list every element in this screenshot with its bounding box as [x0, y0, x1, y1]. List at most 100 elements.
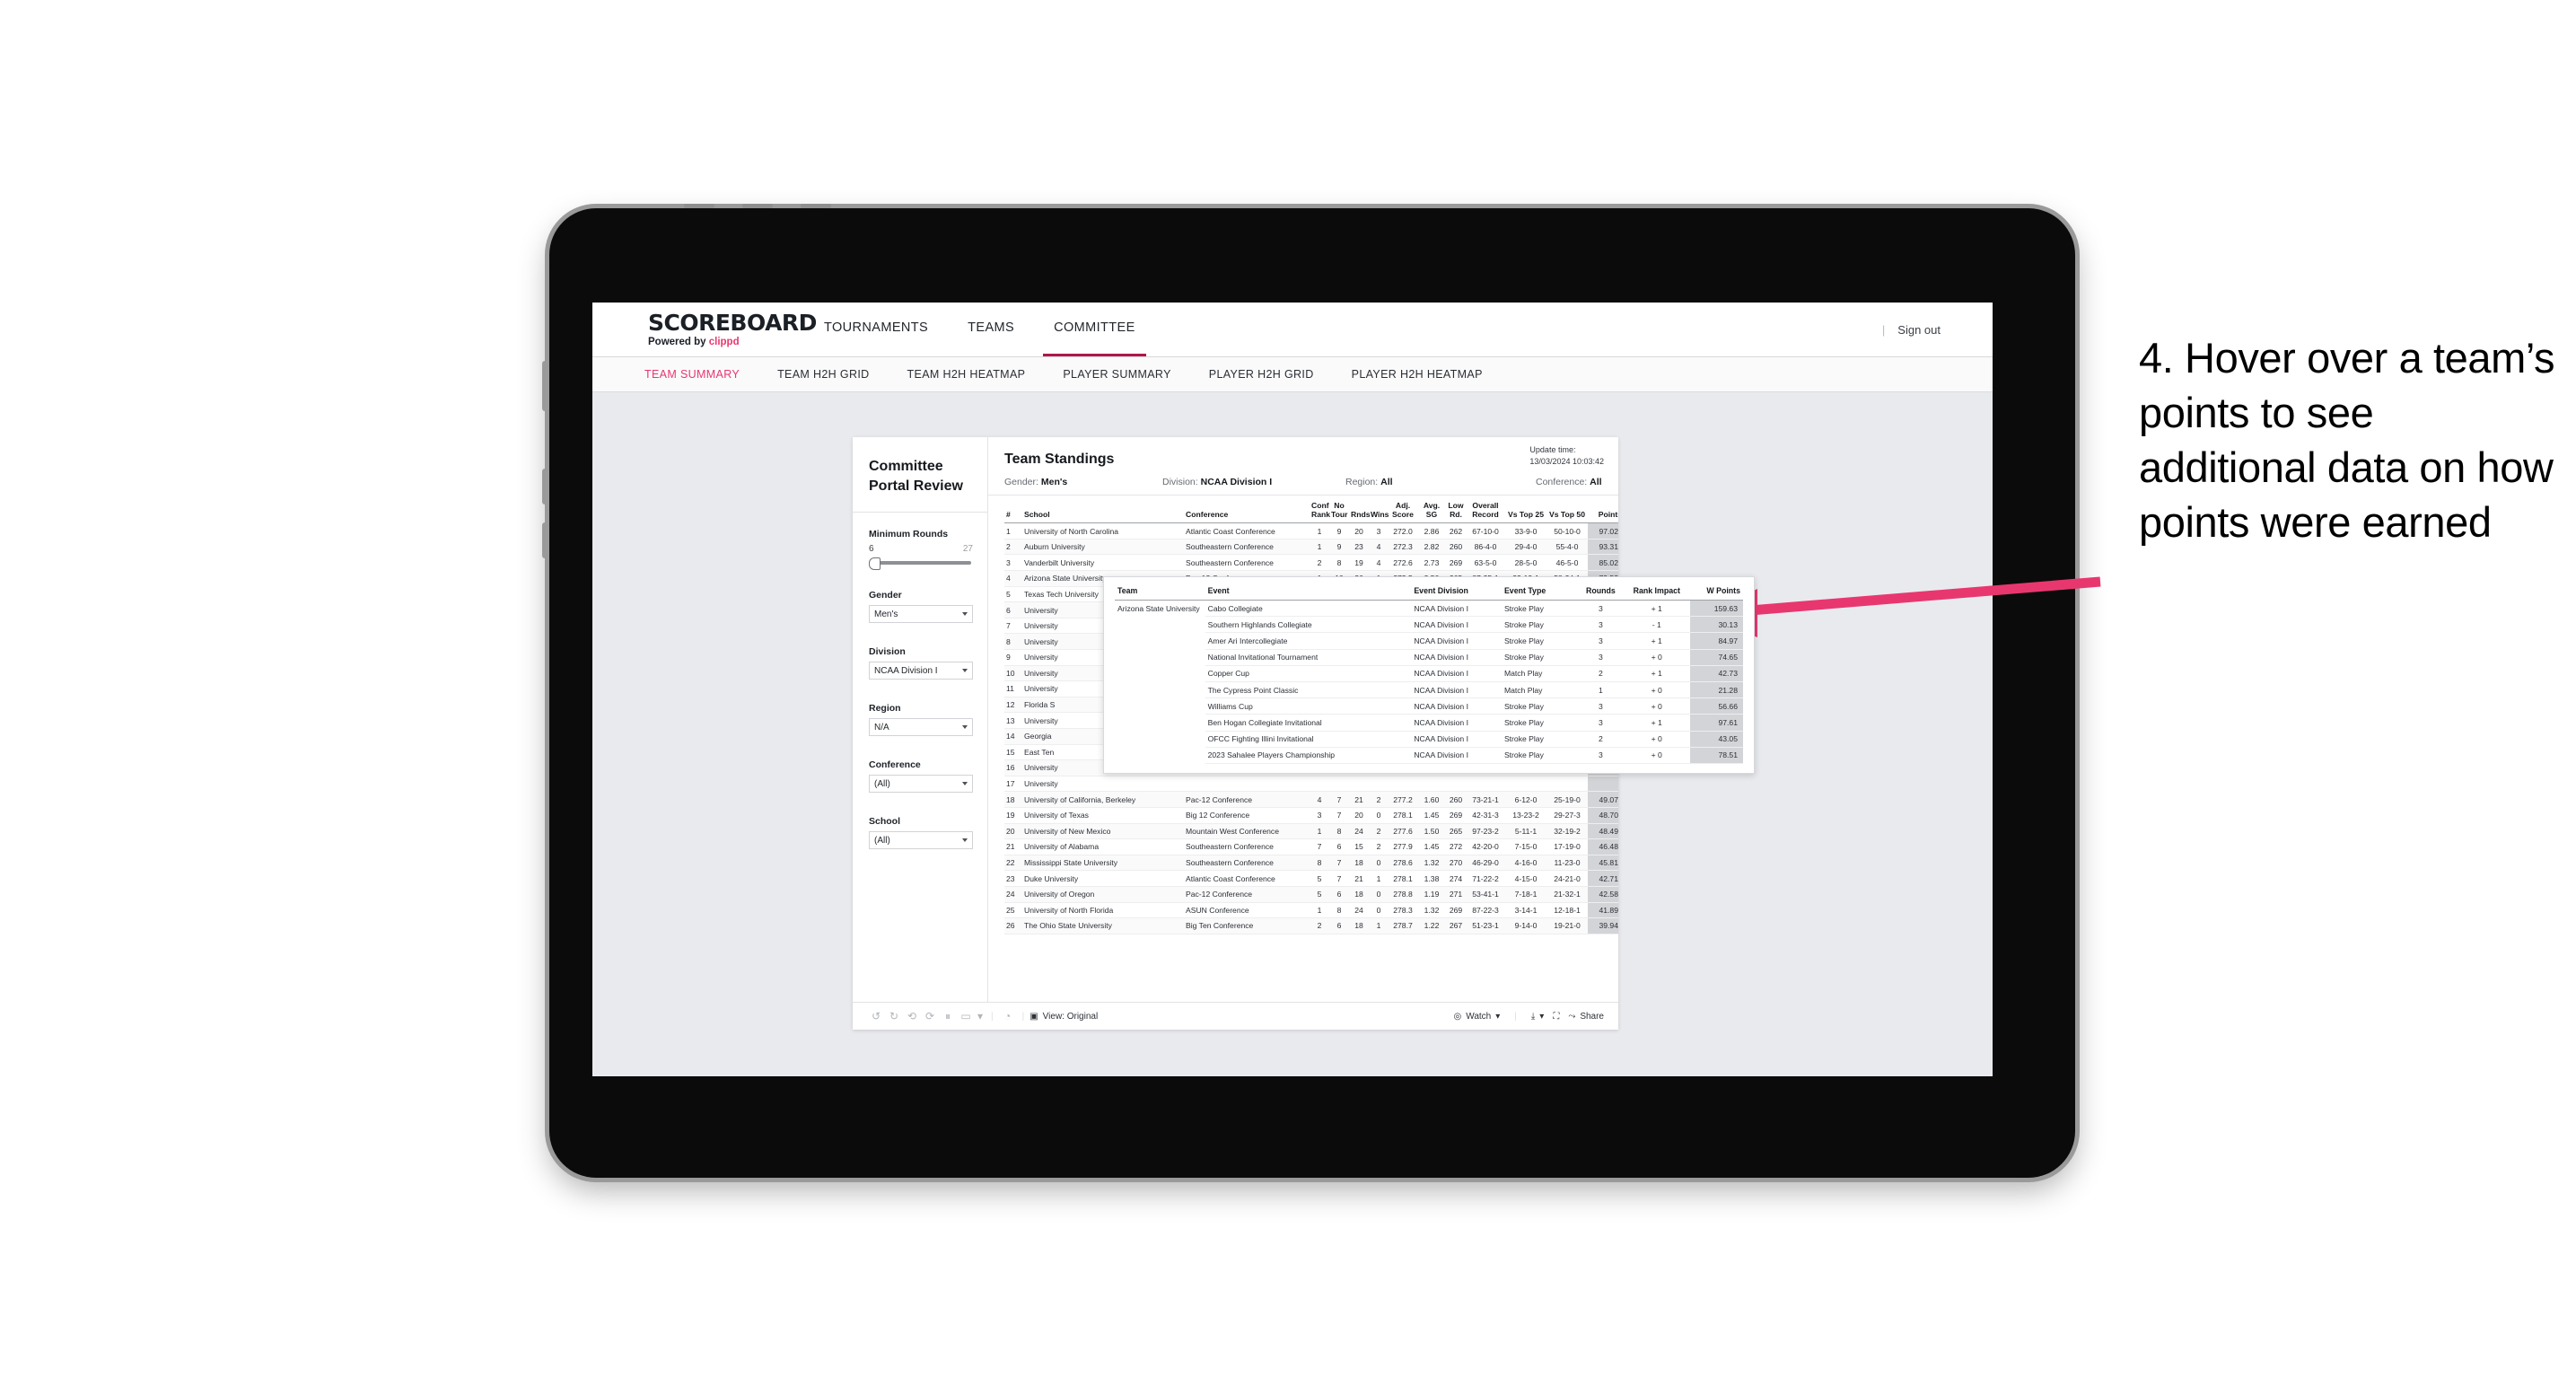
app-logo[interactable]: SCOREBOARD Powered by clippd: [648, 311, 817, 347]
view-shape-icon[interactable]: ▭: [957, 1009, 975, 1023]
cell-notour: 7: [1329, 855, 1349, 872]
cell-pts[interactable]: 93.31: [1588, 539, 1618, 556]
col-low-rd[interactable]: Low Rd.: [1446, 499, 1466, 524]
standings-content: Team Standings Gender: Men's Division: N…: [988, 437, 1755, 1002]
school-select[interactable]: (All): [869, 831, 973, 850]
col-rnds[interactable]: Rnds: [1349, 499, 1370, 524]
cell-pts[interactable]: 42.58: [1588, 886, 1618, 903]
col-conference[interactable]: Conference: [1184, 499, 1310, 524]
minimum-rounds-slider[interactable]: [869, 556, 973, 571]
col-no-tour[interactable]: No Tour: [1329, 499, 1349, 524]
watch-button[interactable]: ◎ Watch ▾: [1454, 1012, 1501, 1022]
cell-adj: 278.8: [1389, 886, 1417, 903]
table-row[interactable]: 24 University of Oregon Pac-12 Conference 5…: [1004, 886, 1618, 903]
cell-pts[interactable]: [1588, 776, 1618, 793]
tab-team-h2h-grid[interactable]: TEAM H2H GRID: [777, 368, 869, 381]
table-row[interactable]: 20 University of New Mexico Mountain West …: [1004, 823, 1618, 840]
undo-icon[interactable]: ↺: [867, 1009, 885, 1023]
cell-pts[interactable]: 97.02: [1588, 522, 1618, 539]
cell-conf: ASUN Conference: [1184, 902, 1310, 919]
refresh-icon[interactable]: ⟳: [921, 1009, 939, 1023]
col-overall-record[interactable]: Overall Record: [1466, 499, 1505, 524]
col-conf-rank[interactable]: Conf Rank: [1310, 499, 1330, 524]
cell-pts[interactable]: 48.49: [1588, 823, 1618, 840]
tooltip-cell-type: Stroke Play: [1501, 632, 1579, 650]
cell-t25: 7-18-1: [1505, 886, 1546, 903]
cell-pts[interactable]: 46.48: [1588, 838, 1618, 855]
table-row[interactable]: 22 Mississippi State University Southeaste…: [1004, 855, 1618, 872]
cell-pts[interactable]: 48.70: [1588, 807, 1618, 824]
view-original-button[interactable]: ▣ View: Original: [1030, 1012, 1098, 1022]
col-points[interactable]: Points: [1588, 499, 1618, 524]
cell-t25: 4-15-0: [1505, 870, 1546, 887]
col-school[interactable]: School: [1022, 499, 1184, 524]
col-wins[interactable]: Wins: [1369, 499, 1389, 524]
chevron-down-icon[interactable]: ▾: [975, 1009, 986, 1023]
tab-player-summary[interactable]: PLAYER SUMMARY: [1063, 368, 1170, 381]
cell-notour: [1329, 776, 1349, 793]
table-row[interactable]: 21 University of Alabama Southeastern Conf…: [1004, 838, 1618, 855]
alerts-clock-icon[interactable]: ◔: [999, 1009, 1017, 1023]
cell-t50: 11-23-0: [1546, 855, 1588, 872]
table-row[interactable]: 2 Auburn University Southeastern Conferenc…: [1004, 539, 1618, 556]
cell-t50: [1546, 776, 1588, 793]
table-row[interactable]: 1 University of North Carolina Atlantic Co…: [1004, 522, 1618, 539]
table-row[interactable]: 19 University of Texas Big 12 Conference 3 7…: [1004, 807, 1618, 824]
tab-team-summary[interactable]: TEAM SUMMARY: [644, 368, 740, 381]
cell-crank: 5: [1310, 870, 1329, 887]
cell-pts[interactable]: 42.71: [1588, 870, 1618, 887]
cell-adj: 272.0: [1389, 522, 1417, 539]
col-adj-score[interactable]: Adj. Score: [1389, 499, 1417, 524]
cell-n: 3: [1004, 554, 1022, 572]
table-row[interactable]: 26 The Ohio State University Big Ten Confe…: [1004, 917, 1618, 934]
share-button[interactable]: ⤳ Share: [1568, 1012, 1604, 1022]
table-row[interactable]: 17 University: [1004, 776, 1618, 793]
nav-item-committee[interactable]: COMMITTEE: [1043, 320, 1146, 356]
criteria-division-value: NCAA Division I: [1200, 477, 1273, 487]
tab-player-h2h-heatmap[interactable]: PLAYER H2H HEATMAP: [1352, 368, 1483, 381]
cell-n: 9: [1004, 649, 1022, 666]
tooltip-row: Ben Hogan Collegiate Invitational NCAA Di…: [1115, 714, 1743, 732]
revert-icon[interactable]: ⟲: [903, 1009, 921, 1023]
col-vs-top-50[interactable]: Vs Top 50: [1546, 499, 1588, 524]
tab-player-h2h-grid[interactable]: PLAYER H2H GRID: [1209, 368, 1314, 381]
cell-pts[interactable]: 49.07: [1588, 791, 1618, 808]
cell-pts[interactable]: 41.89: [1588, 902, 1618, 919]
table-row[interactable]: 25 University of North Florida ASUN Confer…: [1004, 902, 1618, 919]
cell-pts[interactable]: 85.02: [1588, 554, 1618, 572]
cell-pts[interactable]: 45.81: [1588, 855, 1618, 872]
cell-wins: 2: [1369, 823, 1389, 840]
col-rank[interactable]: #: [1004, 499, 1022, 524]
slider-handle[interactable]: [869, 557, 881, 571]
tooltip-cell-event: Cabo Collegiate: [1205, 600, 1412, 618]
nav-item-tournaments[interactable]: TOURNAMENTS: [824, 320, 928, 338]
cell-crank: 2: [1310, 554, 1329, 572]
cell-conf: Southeastern Conference: [1184, 855, 1310, 872]
tab-team-h2h-heatmap[interactable]: TEAM H2H HEATMAP: [907, 368, 1026, 381]
pause-updates-icon[interactable]: ⏸: [939, 1009, 957, 1023]
col-vs-top-25[interactable]: Vs Top 25: [1505, 499, 1546, 524]
cell-school: Auburn University: [1022, 539, 1184, 556]
download-button[interactable]: ⤓ ▾: [1531, 1012, 1544, 1022]
cell-pts[interactable]: 39.94: [1588, 917, 1618, 934]
tooltip-cell-type: Stroke Play: [1501, 747, 1579, 764]
cell-conf: Southeastern Conference: [1184, 554, 1310, 572]
table-row[interactable]: 23 Duke University Atlantic Coast Conferen…: [1004, 870, 1618, 887]
cell-crank: 2: [1310, 917, 1329, 934]
region-select[interactable]: N/A: [869, 718, 973, 737]
view-icon: ▣: [1030, 1011, 1038, 1022]
table-row[interactable]: 3 Vanderbilt University Southeastern Confe…: [1004, 554, 1618, 572]
sign-out-link[interactable]: Sign out: [1897, 323, 1941, 337]
cell-low: 260: [1446, 791, 1466, 808]
criteria-row: Gender: Men's Division: NCAA Division I …: [1004, 477, 1604, 487]
tooltip-cell-type: Stroke Play: [1501, 714, 1579, 732]
gender-select[interactable]: Men's: [869, 605, 973, 624]
nav-item-teams[interactable]: TEAMS: [968, 320, 1014, 338]
fullscreen-button[interactable]: ⛶: [1553, 1012, 1559, 1022]
redo-icon[interactable]: ↻: [885, 1009, 903, 1023]
division-select[interactable]: NCAA Division I: [869, 662, 973, 680]
conference-select[interactable]: (All): [869, 775, 973, 794]
criteria-gender: Gender: Men's: [1004, 477, 1162, 487]
col-avg-sg[interactable]: Avg. SG: [1417, 499, 1446, 524]
table-row[interactable]: 18 University of California, Berkeley Pac-…: [1004, 791, 1618, 808]
